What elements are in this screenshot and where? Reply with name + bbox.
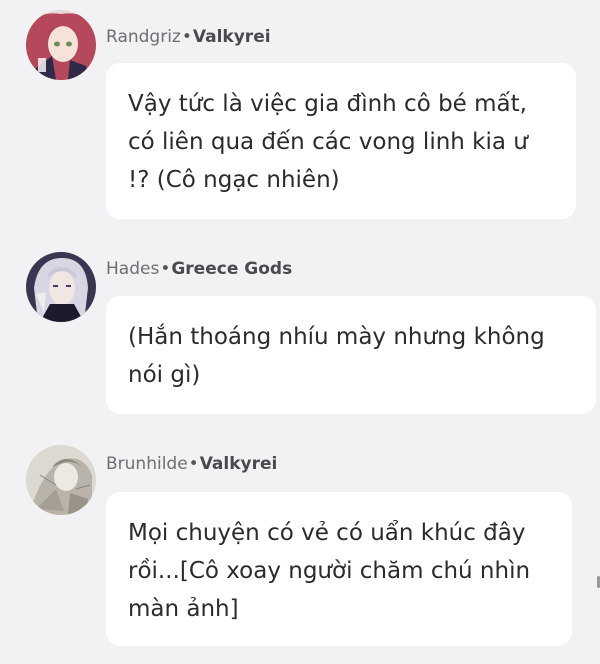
author-line: Hades•Greece Gods [106,259,292,279]
separator-dot: • [181,27,192,47]
separator-dot: • [188,454,199,474]
anime-girl-red-hair-avatar[interactable] [26,10,96,80]
message-bubble[interactable]: Mọi chuyện có vẻ có uẩn khúc đây rồi...[… [106,492,572,646]
author-group[interactable]: Valkyrei [193,27,271,47]
sketch-figure-avatar[interactable] [26,445,96,515]
author-name[interactable]: Randgriz [106,27,181,47]
author-line: Randgriz•Valkyrei [106,27,271,47]
author-line: Brunhilde•Valkyrei [106,454,277,474]
message-bubble[interactable]: Vậy tức là việc gia đình cô bé mất, có l… [106,63,576,219]
author-group[interactable]: Valkyrei [200,454,278,474]
separator-dot: • [160,259,171,279]
anime-man-white-hair-avatar[interactable] [26,252,96,322]
author-name[interactable]: Hades [106,259,159,279]
author-group[interactable]: Greece Gods [171,259,292,279]
message-bubble[interactable]: (Hắn thoáng nhíu mày nhưng không nói gì) [106,296,596,414]
author-name[interactable]: Brunhilde [106,454,188,474]
